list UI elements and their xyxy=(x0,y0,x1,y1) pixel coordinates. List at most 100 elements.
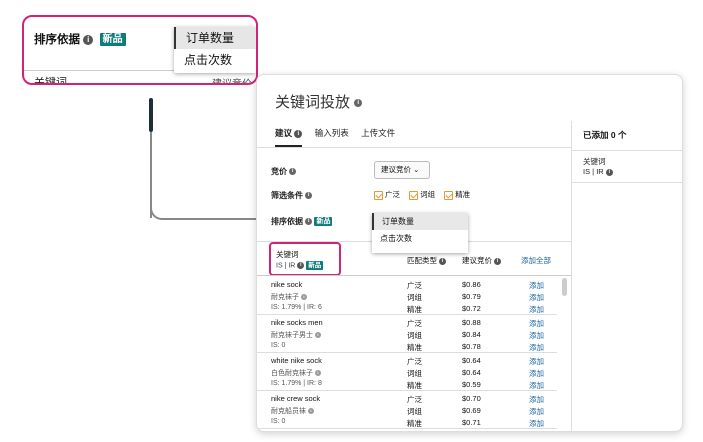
connector-line xyxy=(166,218,262,220)
col-keyword: 关键词 xyxy=(276,250,299,259)
suggested-bid: $0.70 xyxy=(462,394,481,403)
keyword-targeting-card: 关键词投放 i 建议 i 输入列表 上传文件 已添加 0 个 关键词 IS | … xyxy=(256,74,683,432)
info-icon: i xyxy=(439,257,447,265)
keyword-stats: IS: 0 xyxy=(271,418,286,425)
add-link[interactable]: 添加 xyxy=(529,368,544,379)
info-icon: i xyxy=(297,262,305,269)
match-type: 精准 xyxy=(407,305,422,314)
table-row: 精准 $0.78 添加 xyxy=(407,342,557,354)
match-type: 广泛 xyxy=(407,395,422,404)
table-row: 广泛 $0.64 添加 xyxy=(407,356,557,368)
checkbox-checked-icon[interactable] xyxy=(409,190,419,200)
connector-handle xyxy=(149,98,153,132)
suggested-bid: $0.88 xyxy=(462,318,481,327)
divider xyxy=(572,182,682,183)
info-icon: i xyxy=(289,168,297,176)
info-icon: i xyxy=(307,408,314,415)
tab-enter-list[interactable]: 输入列表 xyxy=(315,127,349,145)
info-icon: i xyxy=(314,332,321,339)
divider xyxy=(572,150,682,151)
suggested-bid: $0.79 xyxy=(462,292,481,301)
sort-callout: 排序依据 i 新品 关键词 建议竞价 订单数量 点击次数 xyxy=(22,15,258,85)
sort-label: 排序依据 i 新品 xyxy=(271,217,333,227)
table-row: 精准 $0.59 添加 xyxy=(407,380,557,392)
add-link[interactable]: 添加 xyxy=(529,380,544,391)
callout-cut-text: 建议竞价 xyxy=(212,79,252,85)
add-link[interactable]: 添加 xyxy=(529,406,544,417)
col-suggested-bid: 建议竞价 i xyxy=(462,255,502,266)
filter-exact[interactable]: 精准 xyxy=(444,189,470,200)
add-link[interactable]: 添加 xyxy=(529,304,544,315)
tab-suggested[interactable]: 建议 i xyxy=(275,127,303,147)
match-type: 词组 xyxy=(407,369,422,378)
keyword-stats: IS: 1.79% | IR: 8 xyxy=(271,380,322,387)
sort-option-clicks[interactable]: 点击次数 xyxy=(372,230,468,247)
checkbox-checked-icon[interactable] xyxy=(444,190,454,200)
add-link[interactable]: 添加 xyxy=(529,280,544,291)
match-type: 词组 xyxy=(407,407,422,416)
filter-broad[interactable]: 广泛 xyxy=(374,189,400,200)
match-type: 精准 xyxy=(407,419,422,428)
keyword-stats: IS: 0 xyxy=(271,342,286,349)
info-icon: i xyxy=(314,370,321,377)
table-row: 广泛 $0.70 添加 xyxy=(407,394,557,406)
sort-dropdown: 订单数量 点击次数 xyxy=(372,213,468,253)
sort-option-orders[interactable]: 订单数量 xyxy=(372,213,468,230)
suggested-bid: $0.59 xyxy=(462,380,481,389)
info-icon: i xyxy=(605,168,613,176)
match-type: 广泛 xyxy=(407,357,422,366)
new-badge: 新品 xyxy=(306,261,324,270)
table-row: 词组 $0.64 添加 xyxy=(407,368,557,380)
add-link[interactable]: 添加 xyxy=(529,330,544,341)
table-row: 精准 $0.72 添加 xyxy=(407,304,557,316)
match-type: 词组 xyxy=(407,293,422,302)
tab-upload-file[interactable]: 上传文件 xyxy=(361,127,395,145)
suggested-bid: $0.72 xyxy=(462,304,481,313)
screenshot-root: 排序依据 i 新品 关键词 建议竞价 订单数量 点击次数 关键词投放 i 建议 … xyxy=(0,0,703,442)
add-link[interactable]: 添加 xyxy=(529,292,544,303)
new-badge: 新品 xyxy=(99,33,126,47)
info-icon: i xyxy=(494,257,502,265)
callout-keyword-label: 关键词 xyxy=(34,77,67,85)
checkbox-checked-icon[interactable] xyxy=(374,190,383,200)
list-item: white nike sock 白色耐克袜子 i IS: 1.79% | IR: 8… xyxy=(257,354,557,391)
added-keyword-header: 关键词 IS | IR i xyxy=(583,157,613,177)
keyword-translation: 耐克船员袜 i xyxy=(271,406,314,416)
suggested-bid: $0.84 xyxy=(462,330,481,339)
match-type: 精准 xyxy=(407,381,422,390)
add-link[interactable]: 添加 xyxy=(529,342,544,353)
table-row: 广泛 $0.86 添加 xyxy=(407,280,557,292)
suggested-bid: $0.69 xyxy=(462,406,481,415)
keyword-text: nike socks men xyxy=(271,318,323,327)
keyword-translation: 耐克袜子 i xyxy=(271,292,307,302)
match-type: 广泛 xyxy=(407,319,422,328)
keyword-text: nike sock xyxy=(271,280,303,289)
add-link[interactable]: 添加 xyxy=(529,418,544,429)
scrollbar[interactable] xyxy=(562,278,567,296)
tabs: 建议 i 输入列表 上传文件 xyxy=(275,127,405,147)
keyword-stats: IS: 1.79% | IR: 6 xyxy=(271,304,322,311)
add-link[interactable]: 添加 xyxy=(529,394,544,405)
suggested-bid: $0.64 xyxy=(462,368,481,377)
table-row: 词组 $0.84 添加 xyxy=(407,330,557,342)
info-icon: i xyxy=(305,192,313,200)
filter-checkboxes: 广泛 词组 精准 xyxy=(374,189,477,200)
add-all-link[interactable]: 添加全部 xyxy=(521,255,551,266)
table-row: 词组 $0.69 添加 xyxy=(407,406,557,418)
bid-select[interactable]: 建议竞价 ⌄ xyxy=(374,161,430,179)
suggested-bid: $0.64 xyxy=(462,356,481,365)
divider xyxy=(257,147,571,148)
keyword-translation: 耐克袜子男士 i xyxy=(271,330,321,340)
connector-curve xyxy=(150,200,168,220)
add-link[interactable]: 添加 xyxy=(529,356,544,367)
list-item: nike socks men 耐克袜子男士 i IS: 0 广泛 $0.88 添加 词组 $0… xyxy=(257,316,557,353)
dropdown-option-orders[interactable]: 订单数量 xyxy=(174,27,256,49)
suggested-bid: $0.86 xyxy=(462,280,481,289)
dropdown-option-clicks[interactable]: 点击次数 xyxy=(174,49,256,71)
info-icon: i xyxy=(354,99,363,108)
sort-dropdown-zoomed: 订单数量 点击次数 xyxy=(174,27,256,73)
new-badge: 新品 xyxy=(314,217,333,227)
add-link[interactable]: 添加 xyxy=(529,318,544,329)
filter-phrase[interactable]: 词组 xyxy=(409,189,435,200)
panel-divider xyxy=(571,121,572,431)
